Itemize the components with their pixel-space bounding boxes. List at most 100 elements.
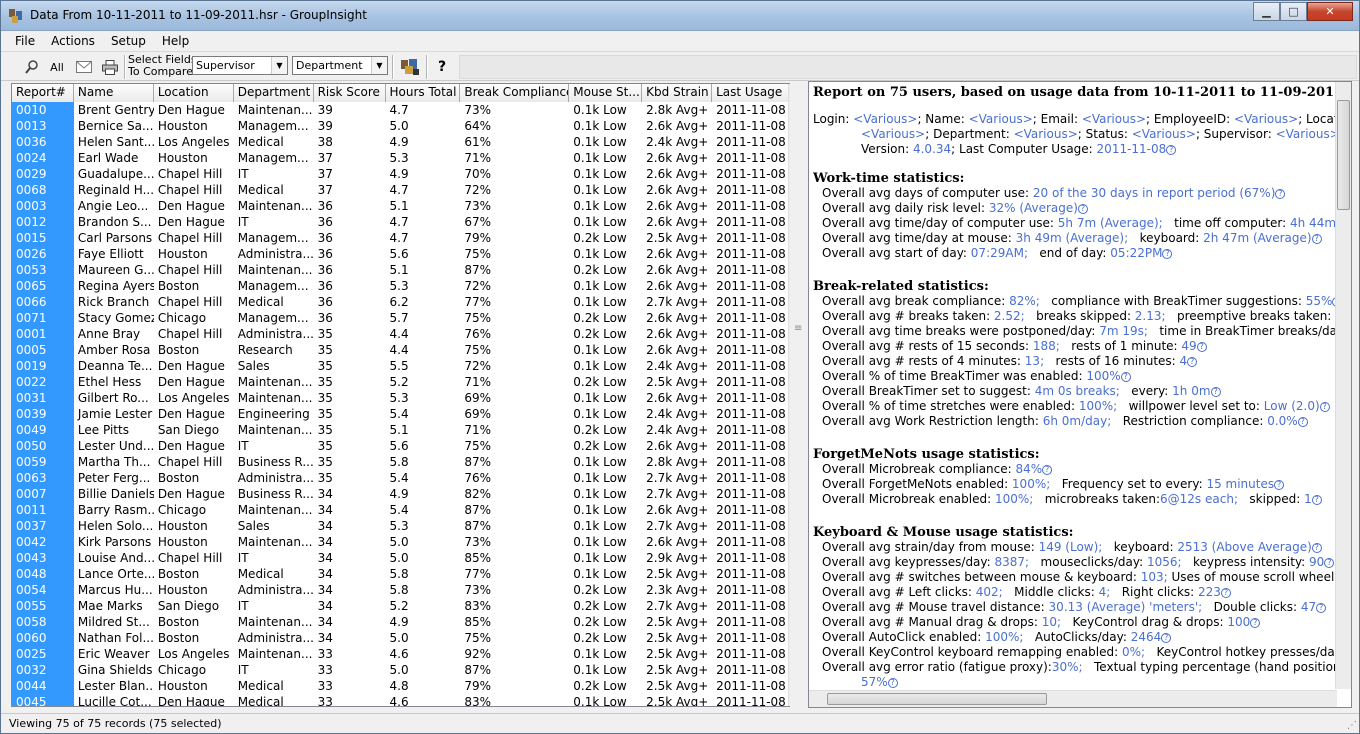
column-header[interactable]: Hours Total — [385, 84, 461, 102]
table-row[interactable]: 0005 Amber Rosa Boston Research 35 4.4 75% 0.1k… — [12, 342, 792, 358]
table-row[interactable]: 0025 Eric Weaver Los Angeles Maintenan... 33… — [12, 646, 792, 662]
minimize-button[interactable]: ▁ — [1253, 2, 1280, 21]
help-circle-icon[interactable]: ? — [1311, 495, 1322, 505]
table-row[interactable]: 0001 Anne Bray Chapel Hill Administra... 35 4… — [12, 326, 792, 342]
table-row[interactable]: 0037 Helen Solo... Houston Sales 34 5.3 87% 0.1… — [12, 518, 792, 534]
report-value-link[interactable]: 30.13 (Average) 'meters'; — [1049, 600, 1203, 614]
help-circle-icon[interactable]: ? — [1324, 558, 1335, 568]
table-row[interactable]: 0044 Lester Blan... Houston Medical 33 4.8 79%… — [12, 678, 792, 694]
report-value-link[interactable]: Low (2.0) — [1264, 399, 1320, 413]
report-hscroll-thumb[interactable] — [827, 693, 1047, 705]
report-value-link[interactable]: 2.13; — [1135, 309, 1166, 323]
report-value-link[interactable]: 100% — [1086, 369, 1120, 383]
table-row[interactable]: 0024 Earl Wade Houston Managem... 37 5.3 71% 0.… — [12, 150, 792, 166]
report-value-link[interactable]: 30%; — [1052, 660, 1083, 674]
help-circle-icon[interactable]: ? — [1250, 618, 1261, 628]
table-row[interactable]: 0068 Reginald H... Chapel Hill Medical 37 4.7… — [12, 182, 792, 198]
report-value-link[interactable]: <Various> — [1276, 127, 1340, 141]
report-value-link[interactable]: 49 — [1181, 339, 1196, 353]
table-row[interactable]: 0066 Rick Branch Chapel Hill Medical 36 6.2 77… — [12, 294, 792, 310]
report-value-link[interactable]: 100%; — [995, 492, 1033, 506]
compare-field-1-select[interactable]: Supervisor ▼ — [192, 56, 288, 75]
table-row[interactable]: 0007 Billie Daniels Den Hague Business R...… — [12, 486, 792, 502]
report-value-link[interactable]: 223 — [1198, 585, 1221, 599]
report-value-link[interactable]: 2011-11-08 — [1097, 142, 1167, 156]
close-button[interactable]: ✕ — [1307, 2, 1353, 21]
column-header[interactable]: Location — [153, 84, 234, 102]
table-row[interactable]: 0013 Bernice Sa... Houston Managem... 39 5.0 6… — [12, 118, 792, 134]
table-row[interactable]: 0011 Barry Rasm... Chicago Maintenan... 34 5.… — [12, 502, 792, 518]
report-value-link[interactable]: 05:22PM — [1110, 246, 1162, 260]
report-value-link[interactable]: 57% — [861, 675, 888, 689]
help-circle-icon[interactable]: ? — [1161, 633, 1172, 643]
pane-splitter[interactable]: ≡ — [790, 83, 808, 707]
report-value-link[interactable]: 8387; — [995, 555, 1030, 569]
report-value-link[interactable]: 100%; — [1079, 399, 1117, 413]
report-value-link[interactable]: 90 — [1309, 555, 1324, 569]
table-row[interactable]: 0019 Deanna Te... Den Hague Sales 35 5.5 72% 0.… — [12, 358, 792, 374]
help-circle-icon[interactable]: ? — [1316, 603, 1327, 613]
table-row[interactable]: 0055 Mae Marks San Diego IT 34 5.2 83% 0.2k Low… — [12, 598, 792, 614]
help-circle-icon[interactable]: ? — [1210, 387, 1221, 397]
report-value-link[interactable]: 4; — [1099, 585, 1111, 599]
table-row[interactable]: 0049 Lee Pitts San Diego Maintenan... 35 5.1 7… — [12, 422, 792, 438]
report-value-link[interactable]: 15 minutes — [1206, 477, 1274, 491]
report-value-link[interactable]: 55% — [1306, 294, 1333, 308]
report-value-link[interactable]: 10; — [1042, 615, 1061, 629]
report-value-link[interactable]: 1h 0m — [1172, 384, 1210, 398]
table-row[interactable]: 0065 Regina Ayers Boston Managem... 36 5.3 72%… — [12, 278, 792, 294]
report-value-link[interactable]: 0.0% — [1267, 414, 1298, 428]
email-button[interactable] — [73, 55, 95, 79]
report-value-link[interactable]: <Various> — [969, 112, 1033, 126]
table-row[interactable]: 0029 Guadalupe... Chapel Hill IT 37 4.9 70% 0.1… — [12, 166, 792, 182]
column-header[interactable]: Department — [233, 84, 314, 102]
report-value-link[interactable]: 100 — [1227, 615, 1250, 629]
table-row[interactable]: 0054 Marcus Hu... Houston Administra... 34 5.… — [12, 582, 792, 598]
report-value-link[interactable]: 3h 49m (Average); — [1016, 231, 1129, 245]
table-row[interactable]: 0012 Brandon S... Den Hague IT 36 4.7 67% 0.1k … — [12, 214, 792, 230]
report-value-link[interactable]: <Various> — [1082, 112, 1146, 126]
table-row[interactable]: 0045 Lucille Cot... Den Hague Medical 33 4.6 8… — [12, 694, 792, 706]
help-circle-icon[interactable]: ? — [887, 678, 898, 688]
help-circle-icon[interactable]: ? — [1297, 417, 1308, 427]
select-all-button[interactable]: All — [45, 55, 69, 79]
column-header[interactable]: Last Usage — [712, 84, 792, 102]
table-row[interactable]: 0060 Nathan Fol... Boston Administra... 34 5.… — [12, 630, 792, 646]
help-circle-icon[interactable]: ? — [1196, 342, 1207, 352]
report-value-link[interactable]: <Various> — [1234, 112, 1298, 126]
report-value-link[interactable]: 47 — [1301, 600, 1316, 614]
help-circle-icon[interactable]: ? — [1275, 189, 1286, 199]
report-value-link[interactable]: 7m 19s; — [1099, 324, 1148, 338]
report-value-link[interactable]: 2.52; — [994, 309, 1025, 323]
table-row[interactable]: 0063 Peter Ferg... Boston Administra... 35 5.… — [12, 470, 792, 486]
column-header[interactable]: Break Compliance — [460, 84, 570, 102]
column-header[interactable]: Kbd Strain — [642, 84, 713, 102]
table-row[interactable]: 0053 Maureen G... Chapel Hill Maintenan... 3… — [12, 262, 792, 278]
report-value-link[interactable]: 402; — [976, 585, 1003, 599]
search-button[interactable] — [21, 55, 43, 79]
compare-field-2-select[interactable]: Department ▼ — [292, 56, 388, 75]
table-row[interactable]: 0031 Gilbert Ro... Los Angeles Maintenan...… — [12, 390, 792, 406]
report-value-link[interactable]: <Various> — [861, 127, 925, 141]
maximize-button[interactable]: □ — [1280, 2, 1307, 21]
menu-setup[interactable]: Setup — [103, 34, 154, 48]
report-value-link[interactable]: 100%; — [985, 630, 1023, 644]
table-row[interactable]: 0059 Martha Th... Chapel Hill Business R...… — [12, 454, 792, 470]
report-value-link[interactable]: <Various> — [1014, 127, 1078, 141]
report-value-link[interactable]: 4 — [1180, 354, 1188, 368]
report-value-link[interactable]: 4.0.34 — [913, 142, 951, 156]
report-vertical-scrollbar[interactable] — [1335, 82, 1351, 689]
report-value-link[interactable]: 84% — [1016, 462, 1043, 476]
report-value-link[interactable]: 10m — [1351, 324, 1352, 338]
report-value-link[interactable]: 13; — [1025, 354, 1044, 368]
menu-help[interactable]: Help — [154, 34, 197, 48]
report-value-link[interactable]: 82%; — [1009, 294, 1040, 308]
menu-file[interactable]: File — [7, 34, 43, 48]
report-value-link[interactable]: 2h 47m (Average) — [1203, 231, 1311, 245]
table-row[interactable]: 0058 Mildred St... Boston Maintenan... 34 4.9… — [12, 614, 792, 630]
column-header[interactable]: Report# — [12, 84, 74, 102]
report-value-link[interactable]: 6@12s each; — [1160, 492, 1238, 506]
report-value-link[interactable]: 1 — [1304, 492, 1312, 506]
report-value-link[interactable]: 6h 0m/day; — [1043, 414, 1112, 428]
table-row[interactable]: 0048 Lance Orte... Boston Medical 34 5.8 77% 0.… — [12, 566, 792, 582]
